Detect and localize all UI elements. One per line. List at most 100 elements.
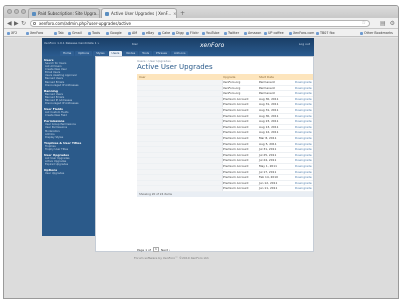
sidebar-item[interactable]: Expired Upgrades xyxy=(44,163,95,166)
row-date: Jun 11, 2011 xyxy=(259,186,278,191)
sidebar-item[interactable]: Trophy User Titles xyxy=(44,148,95,151)
downgrade-link[interactable]: Downgrade xyxy=(295,125,313,130)
downgrade-link[interactable]: Downgrade xyxy=(295,102,313,107)
bookmark-icon xyxy=(128,31,131,35)
reload-icon[interactable]: ↻ xyxy=(21,20,26,27)
bookmark-icon xyxy=(88,31,91,35)
downgrade-link[interactable]: Downgrade xyxy=(295,153,313,158)
bookmark-label: YouTube xyxy=(206,31,220,35)
downgrade-link[interactable]: Downgrade xyxy=(295,119,313,124)
bookmark-item[interactable]: Google xyxy=(106,31,122,35)
downgrade-link[interactable]: Downgrade xyxy=(295,186,313,191)
pager-page-input[interactable]: 1 xyxy=(152,247,159,252)
sidebar-item[interactable]: Discouraged IP Addresses xyxy=(44,102,95,105)
sidebar-group: User Upgrades List User Upgrades Active Up… xyxy=(44,153,95,166)
folder-icon xyxy=(360,31,363,35)
bookmark-item[interactable]: XenForo xyxy=(26,31,43,35)
downgrade-link[interactable]: Downgrade xyxy=(295,136,313,141)
row-upgrade: Premium Account xyxy=(223,135,249,140)
bookmarks-bar: XF2 XenForo Tab Gmail Tools Google AM eB… xyxy=(4,29,398,37)
bookmark-item[interactable]: Gmail xyxy=(68,31,82,35)
browser-tab-1[interactable]: Paid Subscription: Site Upgra... × xyxy=(28,8,100,18)
downgrade-link[interactable]: Downgrade xyxy=(295,181,313,186)
bookmark-label: TB07 fbx xyxy=(320,31,335,35)
downgrade-link[interactable]: Downgrade xyxy=(295,170,313,175)
sidebar-item[interactable]: Display Styles xyxy=(44,136,95,139)
bookmark-item[interactable]: Digg xyxy=(172,31,184,35)
downgrade-link[interactable]: Downgrade xyxy=(295,108,313,113)
sidebar-group: Banning Banned Users Banned Emails Banned I… xyxy=(44,89,95,105)
browser-tab-2[interactable]: Active User Upgrades | XenF... × xyxy=(101,8,177,18)
row-date: Aug 5, 2011 xyxy=(259,141,277,146)
bookmark-item[interactable]: XF2 xyxy=(7,31,17,35)
tab-label: Paid Subscription: Site Upgra... xyxy=(38,11,100,16)
bookmark-item[interactable]: AM xyxy=(128,31,137,35)
close-tab-icon[interactable]: × xyxy=(173,11,176,16)
bookmark-star-icon[interactable]: ☆ xyxy=(362,21,366,26)
zoom-window-button[interactable] xyxy=(21,9,26,14)
sidebar-item[interactable]: Create New Field xyxy=(44,114,95,117)
forward-icon[interactable]: ▶ xyxy=(14,20,19,27)
bookmark-icon xyxy=(186,31,189,35)
bookmark-item[interactable]: Cake xyxy=(158,31,170,35)
table-footer: Showing 20 of 24 items xyxy=(137,191,313,197)
back-icon[interactable]: ◀ xyxy=(7,20,12,27)
row-date: Aug 30, 2011 xyxy=(259,113,279,118)
header-user[interactable]: Kier xyxy=(132,42,138,46)
wrench-icon[interactable]: ⚙ xyxy=(390,20,395,27)
downgrade-link[interactable]: Downgrade xyxy=(295,97,313,102)
minimize-window-button[interactable] xyxy=(14,9,19,14)
bookmark-icon xyxy=(202,31,205,35)
new-tab-button[interactable]: + xyxy=(180,10,185,17)
bookmark-icon xyxy=(244,31,247,35)
row-upgrade: Premium Account xyxy=(223,102,249,107)
page-footer: Forum software by XenForo™ ©2010 XenForo… xyxy=(134,256,210,260)
row-upgrade: Premium Account xyxy=(223,113,249,118)
browser-toolbar: ◀ ▶ ↻ xenforo.com/admin.php?user-upgrade… xyxy=(4,18,398,29)
sidebar-item[interactable]: User Upgrades xyxy=(44,172,95,175)
bookmark-label: Google xyxy=(110,31,122,35)
admin-header: XenForo 1.0.1 Release Candidate 1 » Kier… xyxy=(42,38,314,56)
xenforo-logo[interactable]: xenForo xyxy=(200,42,224,49)
bookmark-item[interactable]: YouTube xyxy=(202,31,219,35)
downgrade-link[interactable]: Downgrade xyxy=(295,158,313,163)
bookmark-label: Twitter xyxy=(228,31,240,35)
row-date: Aug 31, 2011 xyxy=(259,107,279,112)
downgrade-link[interactable]: Downgrade xyxy=(295,114,313,119)
downgrade-link[interactable]: Downgrade xyxy=(295,91,313,96)
downgrade-link[interactable]: Downgrade xyxy=(295,86,313,91)
bookmark-item[interactable]: TB07 fbx xyxy=(316,31,335,35)
downgrade-link[interactable]: Downgrade xyxy=(295,164,313,169)
other-bookmarks[interactable]: Other Bookmarks xyxy=(360,31,393,35)
pager-next-link[interactable]: Next › xyxy=(161,248,170,252)
browser-window: Paid Subscription: Site Upgra... × Activ… xyxy=(3,5,399,299)
address-bar[interactable]: xenforo.com/admin.php?user-upgrades/acti… xyxy=(30,20,370,27)
logout-link[interactable]: Log out xyxy=(299,42,310,46)
sidebar-item[interactable]: Discouraged IP Addresses xyxy=(44,84,95,87)
row-upgrade: Premium Account xyxy=(223,130,249,135)
bookmark-item[interactable]: UP coffee xyxy=(264,31,284,35)
header-crumb[interactable]: XenForo 1.0.1 Release Candidate 1 » xyxy=(44,41,99,45)
downgrade-link[interactable]: Downgrade xyxy=(295,80,313,85)
page-title: Active User Upgrades xyxy=(137,63,213,71)
bookmark-item[interactable]: Flickr xyxy=(186,31,199,35)
bookmark-item[interactable]: Tab xyxy=(54,31,64,35)
bookmark-item[interactable]: XenForo.com xyxy=(289,31,314,35)
downgrade-link[interactable]: Downgrade xyxy=(295,130,313,135)
downgrade-link[interactable]: Downgrade xyxy=(295,175,313,180)
pager-label: Page 1 of xyxy=(137,247,151,252)
sidebar-group: Options User Upgrades xyxy=(44,168,95,175)
bookmark-item[interactable]: Amazon xyxy=(244,31,261,35)
downgrade-link[interactable]: Downgrade xyxy=(295,142,313,147)
row-user xyxy=(137,96,223,102)
bookmark-item[interactable]: eBay xyxy=(142,31,154,35)
row-user xyxy=(137,152,223,158)
bookmark-item[interactable]: Twitter xyxy=(224,31,239,35)
page-menu-icon[interactable]: ▤ xyxy=(380,20,386,27)
bookmark-label: Tab xyxy=(58,31,64,35)
downgrade-link[interactable]: Downgrade xyxy=(295,147,313,152)
bookmark-label: Tools xyxy=(92,31,101,35)
close-window-button[interactable] xyxy=(7,9,12,14)
row-date: Aug 30, 2011 xyxy=(259,96,279,101)
bookmark-item[interactable]: Tools xyxy=(88,31,100,35)
